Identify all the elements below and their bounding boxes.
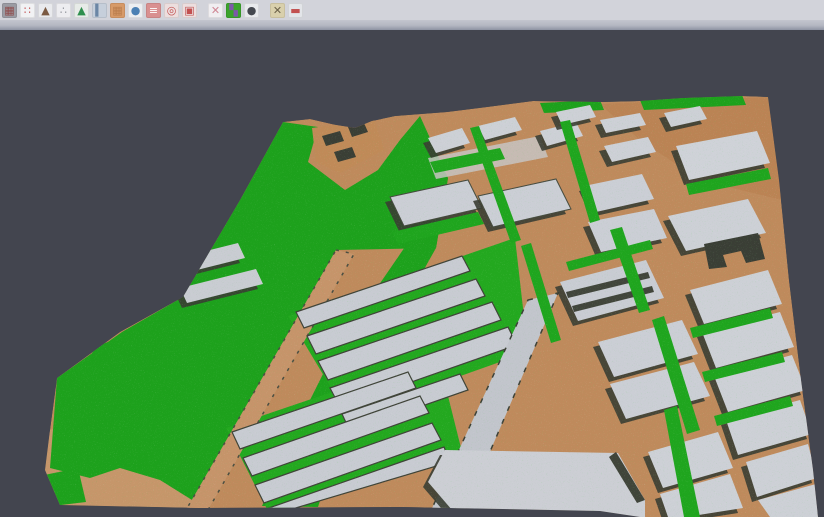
thumbnail-icon[interactable]: ▦ <box>2 3 17 18</box>
align-points-icon[interactable]: ∷ <box>20 3 35 18</box>
selection-box-icon[interactable]: ▣ <box>182 3 197 18</box>
cut-raster-icon-glyph: ✕ <box>211 3 220 18</box>
toolbar-edge <box>0 20 824 30</box>
report-icon[interactable]: ▬ <box>288 3 303 18</box>
target-icon-glyph: ◎ <box>167 3 177 18</box>
point-cloud-icon[interactable]: ∴ <box>56 3 71 18</box>
texture-icon[interactable]: ▦ <box>110 3 125 18</box>
texture-icon-glyph: ▦ <box>112 3 122 18</box>
sphere-icon-glyph: ● <box>247 3 257 18</box>
profile-icon[interactable]: ▍ <box>92 3 107 18</box>
globe-icon[interactable]: ● <box>128 3 143 18</box>
table-icon[interactable]: ≡ <box>146 3 161 18</box>
annotation-icon-glyph: ✕ <box>273 3 282 18</box>
table-icon-glyph: ≡ <box>149 3 158 18</box>
profile-icon-glyph: ▍ <box>95 3 103 18</box>
report-icon-glyph: ▬ <box>290 3 300 18</box>
classification-map-icon-glyph: ▚ <box>229 3 237 18</box>
globe-icon-glyph: ● <box>131 3 141 18</box>
cut-raster-icon[interactable]: ✕ <box>208 3 223 18</box>
vegetation-icon-glyph: ▲ <box>77 3 85 18</box>
toolbar: ▦ ∷ ▲ ∴ ▲ ▍ ▦ ● ≡ ◎ ▣ ✕ ▚ ● ✕ ▬ <box>0 0 824 20</box>
mesh-icon[interactable]: ▲ <box>38 3 53 18</box>
classification-map-icon[interactable]: ▚ <box>226 3 241 18</box>
mesh-icon-glyph: ▲ <box>41 3 49 18</box>
target-icon[interactable]: ◎ <box>164 3 179 18</box>
selection-box-icon-glyph: ▣ <box>184 3 194 18</box>
thumbnail-icon-glyph: ▦ <box>4 3 14 18</box>
point-cloud-icon-glyph: ∴ <box>60 3 67 18</box>
application-window: ▦ ∷ ▲ ∴ ▲ ▍ ▦ ● ≡ ◎ ▣ ✕ ▚ ● ✕ ▬ <box>0 0 824 517</box>
annotation-icon[interactable]: ✕ <box>270 3 285 18</box>
sphere-icon[interactable]: ● <box>244 3 259 18</box>
align-points-icon-glyph: ∷ <box>24 3 31 18</box>
viewport-3d[interactable] <box>0 0 824 517</box>
vegetation-icon[interactable]: ▲ <box>74 3 89 18</box>
